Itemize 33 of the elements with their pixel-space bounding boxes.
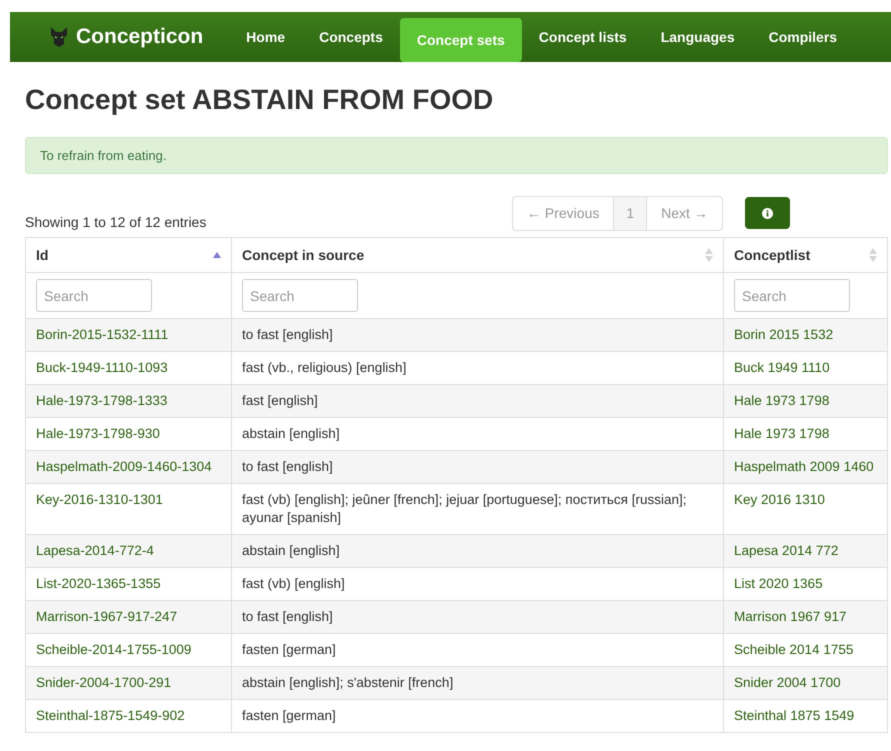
logo-icon	[50, 27, 68, 47]
search-field[interactable]: Search	[242, 279, 358, 312]
brand-link[interactable]: Concepticon	[76, 21, 204, 53]
page-title: Concept set ABSTAIN FROM FOOD	[25, 83, 494, 117]
table-cell: to fast [english]	[242, 609, 333, 624]
table-cell: fasten [german]	[242, 642, 336, 657]
info-icon	[762, 208, 773, 218]
column-header[interactable]: Id	[26, 238, 232, 272]
search-field[interactable]: Search	[734, 279, 850, 312]
table-cell: fast (vb) [english]; jeûner [french]; jejuar [portuguese]; поститься [russian]; ayunar [spanish]	[242, 492, 687, 525]
description-alert: To refrain from eating.	[25, 137, 888, 174]
search-field[interactable]: Search	[36, 279, 152, 312]
sort-icon	[705, 248, 713, 262]
nav-tab[interactable]: Concept lists	[522, 15, 644, 59]
sort-icon	[869, 248, 877, 262]
nav-tab[interactable]: Home	[229, 15, 302, 59]
table-cell: fasten [german]	[242, 708, 336, 723]
table-cell: fast [english]	[242, 393, 318, 408]
column-header[interactable]: Conceptlist	[724, 238, 888, 272]
table-cell: to fast [english]	[242, 327, 333, 342]
info-button[interactable]	[744, 197, 790, 229]
table-cell: abstain [english]	[242, 426, 340, 441]
table-cell: fast (vb) [english]	[242, 576, 345, 591]
table-cell: abstain [english]; s'abstenir [french]	[242, 675, 454, 690]
nav-tab[interactable]: Concepts	[302, 15, 400, 59]
table-info: Showing 1 to 12 of 12 entries	[25, 213, 208, 232]
table-cell: to fast [english]	[242, 459, 333, 474]
table-cell: fast (vb., religious) [english]	[242, 360, 406, 375]
nav-tab[interactable]: Languages	[644, 15, 752, 59]
nav-tab[interactable]: Compilers	[752, 15, 854, 59]
sort-ascending-icon	[213, 252, 221, 258]
column-header[interactable]: Concept in source	[232, 238, 724, 272]
table-cell: abstain [english]	[242, 543, 340, 558]
